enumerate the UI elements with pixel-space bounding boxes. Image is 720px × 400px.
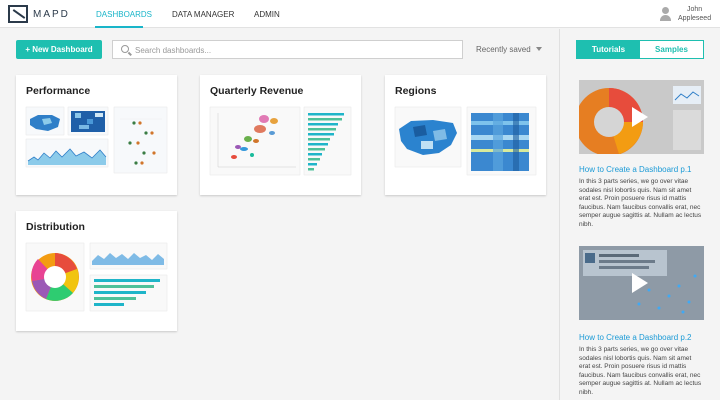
new-dashboard-button[interactable]: + New Dashboard <box>16 40 102 59</box>
chevron-down-icon[interactable] <box>536 47 542 51</box>
search-box <box>112 40 463 59</box>
user-last-name: Appleseed <box>678 15 712 22</box>
user-first-name: John <box>687 6 703 13</box>
dashboard-title: Distribution <box>26 221 85 233</box>
tutorial-title-link[interactable]: How to Create a Dashboard p.1 <box>579 165 692 174</box>
panel-tabs: Tutorials Samples <box>576 40 704 59</box>
dashboard-card-regions[interactable]: Regions <box>385 75 546 195</box>
top-nav: MAPD DASHBOARDS DATA MANAGER ADMIN John … <box>0 0 720 28</box>
play-icon[interactable] <box>632 107 648 127</box>
nav-data-manager[interactable]: DATA MANAGER <box>172 10 234 19</box>
tutorial-video-2[interactable] <box>579 246 704 320</box>
search-icon <box>121 45 129 53</box>
nav-admin[interactable]: ADMIN <box>254 10 280 19</box>
tab-samples[interactable]: Samples <box>640 41 703 58</box>
dashboard-title: Performance <box>26 85 91 97</box>
search-input[interactable] <box>135 43 455 57</box>
tutorial-description: In this 3 parts series, we go over vitae… <box>579 178 702 228</box>
dashboard-thumbnail <box>24 105 169 177</box>
dashboard-title: Regions <box>395 85 437 97</box>
dashboard-thumbnail <box>209 106 352 176</box>
dashboard-thumbnail <box>394 106 537 176</box>
sort-dropdown[interactable]: Recently saved <box>476 45 531 54</box>
dashboard-title: Quarterly Revenue <box>210 85 304 97</box>
user-name[interactable]: John Appleseed <box>678 5 711 23</box>
active-nav-indicator <box>95 26 143 28</box>
mapd-logo-icon[interactable] <box>8 5 28 23</box>
logo-text[interactable]: MAPD <box>33 9 70 20</box>
dashboard-card-distribution[interactable]: Distribution <box>16 211 177 331</box>
panel-divider <box>559 29 560 400</box>
tutorial-description: In this 3 parts series, we go over vitae… <box>579 346 702 396</box>
tutorial-video-1[interactable] <box>579 80 704 154</box>
tutorial-title-link[interactable]: How to Create a Dashboard p.2 <box>579 333 692 342</box>
dashboard-card-performance[interactable]: Performance <box>16 75 177 195</box>
tab-tutorials[interactable]: Tutorials <box>577 41 640 58</box>
dashboard-card-quarterly-revenue[interactable]: Quarterly Revenue <box>200 75 361 195</box>
play-icon[interactable] <box>632 273 648 293</box>
user-avatar-icon[interactable] <box>660 7 671 21</box>
nav-dashboards[interactable]: DASHBOARDS <box>96 10 152 19</box>
dashboard-thumbnail <box>25 242 168 312</box>
